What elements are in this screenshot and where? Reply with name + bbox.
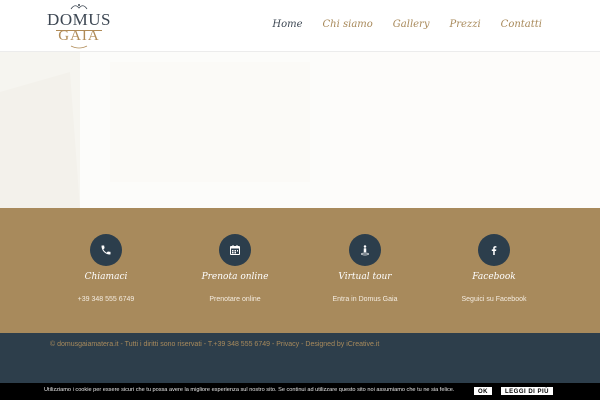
- street-view-icon: [361, 245, 369, 256]
- cookie-message: Utilizziamo i cookie per essere sicuri c…: [44, 387, 455, 393]
- site-logo[interactable]: DOMUS GAIA: [46, 3, 112, 49]
- contact-virtual-tour-title: Virtual tour: [338, 272, 392, 282]
- contact-call-title: Chiamaci: [84, 272, 128, 282]
- logo-text-gaia: GAIA: [58, 28, 100, 44]
- nav-prezzi[interactable]: Prezzi: [450, 19, 481, 30]
- contact-facebook-subtitle[interactable]: Seguici su Facebook: [424, 296, 564, 303]
- facebook-icon-circle[interactable]: [478, 234, 510, 266]
- street-view-icon-circle[interactable]: [349, 234, 381, 266]
- logo-text-domus: DOMUS: [47, 10, 111, 29]
- contact-call-subtitle[interactable]: +39 348 555 6749: [36, 296, 176, 303]
- nav-home[interactable]: Home: [272, 19, 302, 30]
- cookie-bar: Utilizziamo i cookie per essere sicuri c…: [0, 383, 600, 400]
- site-footer: © domusgaiamatera.it - Tutti i diritti s…: [0, 333, 600, 383]
- cookie-ok-button[interactable]: OK: [473, 386, 493, 396]
- phone-icon-circle[interactable]: [90, 234, 122, 266]
- site-header: DOMUS GAIA Home Chi siamo Gallery Prezzi…: [0, 0, 600, 52]
- contact-facebook-title: Facebook: [472, 272, 516, 282]
- hero-background-graphic: [0, 52, 600, 208]
- nav-chi-siamo[interactable]: Chi siamo: [323, 19, 373, 30]
- main-nav: Home Chi siamo Gallery Prezzi Contatti: [272, 19, 542, 30]
- contact-virtual-tour-subtitle[interactable]: Entra in Domus Gaia: [295, 296, 435, 303]
- footer-copyright[interactable]: © domusgaiamatera.it - Tutti i diritti s…: [50, 341, 379, 348]
- cookie-read-more-button[interactable]: LEGGI DI PIÙ: [500, 386, 554, 396]
- nav-gallery[interactable]: Gallery: [393, 19, 430, 30]
- contact-booking-subtitle[interactable]: Prenotare online: [165, 296, 305, 303]
- logo-flourish-icon: [70, 45, 88, 49]
- hero-image: [0, 52, 600, 208]
- calendar-icon-circle[interactable]: [219, 234, 251, 266]
- contact-band: Chiamaci +39 348 555 6749 Prenota online…: [0, 208, 600, 333]
- calendar-icon: [230, 245, 240, 255]
- facebook-icon: [491, 246, 497, 255]
- phone-icon: [101, 245, 111, 255]
- nav-contatti[interactable]: Contatti: [501, 19, 542, 30]
- contact-booking-title: Prenota online: [201, 272, 269, 282]
